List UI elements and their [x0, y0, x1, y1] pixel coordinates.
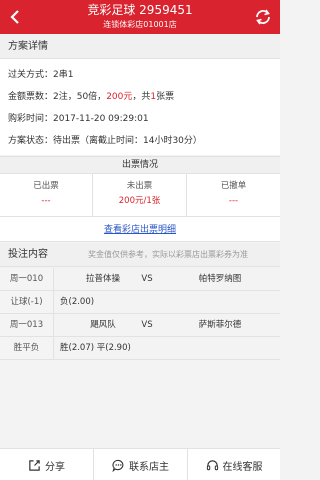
ticket-status-title: 出票情况 — [0, 157, 280, 174]
ticket-detail-link[interactable]: 查看彩店出票明细 — [104, 225, 176, 235]
match-no: 周一010 — [0, 268, 54, 290]
amount-suffix: 张票 — [156, 92, 175, 102]
ticket-pending-label: 未出票 — [126, 181, 153, 191]
amount-mid: ，共 — [132, 92, 151, 102]
share-button[interactable]: 分享 — [0, 449, 93, 480]
table-row: 周一010 拉普体操 VS 帕特罗纳图 — [0, 268, 280, 291]
bet-odds: 负(2.00) — [60, 297, 95, 307]
buy-time: 购彩时间：2017-11-20 09:29:01 — [8, 114, 149, 124]
plan-details: 过关方式：2串1 金额票数：2注，50倍，200元，共1张票 购彩时间：2017… — [0, 59, 280, 155]
away-team: 萨斯菲尔德 — [198, 320, 242, 330]
header-bar: 竞彩足球 2959451 连锁体彩店01001店 — [0, 0, 280, 34]
bet-note: 奖金值仅供参考，实际以彩票店出票彩券为准 — [88, 250, 248, 259]
page-title: 竞彩足球 2959451 — [87, 3, 193, 17]
amount-money: 200元 — [106, 92, 133, 102]
ticket-pending-value: 200元/1张 — [118, 196, 161, 206]
play-type: 让球(-1) — [0, 291, 54, 313]
chat-icon — [112, 459, 124, 472]
ticket-cancelled-value: --- — [228, 196, 239, 206]
detail-section-title: 方案详情 — [0, 35, 280, 59]
ticket-cancelled-label: 已撤单 — [220, 181, 247, 191]
ticket-issued-value: --- — [41, 196, 51, 206]
ticket-cancelled: 已撤单 --- — [187, 174, 280, 216]
share-icon — [29, 459, 40, 471]
ticket-status-panel: 出票情况 已出票 --- 未出票 200元/1张 已撤单 --- 查看彩店出票明… — [0, 156, 280, 242]
refresh-icon — [256, 9, 270, 25]
bet-section-header: 投注内容 奖金值仅供参考，实际以彩票店出票彩券为准 — [0, 243, 280, 267]
share-label: 分享 — [45, 461, 65, 473]
amount-row: 金额票数：2注，50倍，200元，共1张票 — [8, 90, 174, 104]
plan-status: 方案状态：待出票（离截止时间：14小时30分） — [8, 136, 202, 146]
vs-label: VS — [141, 320, 153, 330]
service-label: 在线客服 — [222, 461, 263, 473]
bet-section-title: 投注内容 — [8, 249, 48, 260]
contact-owner-button[interactable]: 联系店主 — [93, 449, 187, 480]
refresh-button[interactable] — [252, 6, 274, 28]
ticket-detail-link-row: 查看彩店出票明细 — [0, 216, 280, 242]
contact-label: 联系店主 — [129, 461, 169, 473]
away-team: 帕特罗纳图 — [198, 274, 242, 284]
shop-name: 连锁体彩店01001店 — [103, 20, 177, 29]
vs-label: VS — [141, 274, 153, 284]
amount-prefix: 金额票数：2注，50倍， — [8, 92, 107, 102]
match-no: 周一013 — [0, 314, 54, 336]
table-row: 胜平负 胜(2.07) 平(2.90) — [0, 337, 280, 360]
table-row: 让球(-1) 负(2.00) — [0, 291, 280, 314]
bottom-action-bar: 分享 联系店主 在线客服 — [0, 448, 280, 480]
bet-odds: 胜(2.07) 平(2.90) — [60, 343, 131, 353]
pass-type: 过关方式：2串1 — [8, 70, 74, 80]
table-row: 周一013 飓风队 VS 萨斯菲尔德 — [0, 314, 280, 337]
ticket-issued-label: 已出票 — [33, 181, 59, 191]
headset-icon — [206, 459, 218, 470]
online-service-button[interactable]: 在线客服 — [187, 449, 280, 480]
play-type: 胜平负 — [0, 337, 54, 359]
ticket-issued: 已出票 --- — [0, 174, 93, 216]
ticket-pending: 未出票 200元/1张 — [93, 174, 187, 216]
